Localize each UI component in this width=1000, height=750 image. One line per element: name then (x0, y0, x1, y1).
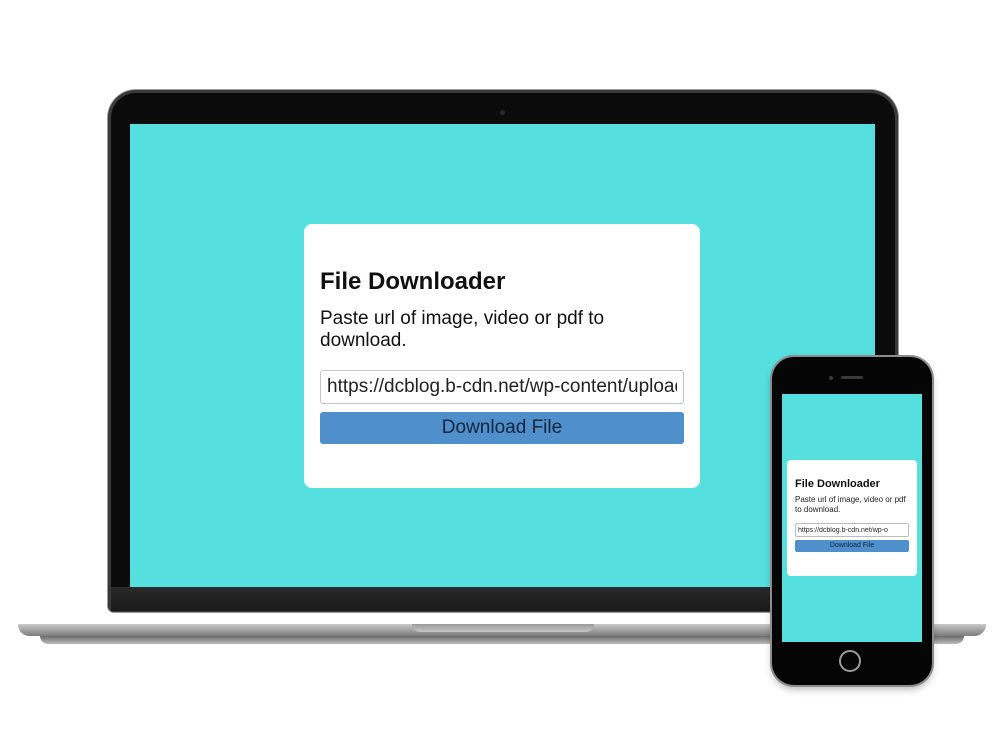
laptop-opening-notch (412, 624, 594, 632)
instructions-text: Paste url of image, video or pdf to down… (320, 308, 605, 351)
url-input[interactable] (320, 370, 684, 404)
phone-camera-icon (829, 376, 833, 380)
mobile-download-file-button[interactable]: Download File (795, 540, 909, 552)
laptop-camera-icon (500, 110, 505, 115)
mobile-url-input[interactable] (795, 523, 909, 537)
downloader-card: File Downloader Paste url of image, vide… (304, 224, 700, 488)
mobile-page-title: File Downloader (795, 478, 880, 490)
download-file-button[interactable]: Download File (320, 412, 684, 444)
phone-speaker (841, 376, 863, 379)
home-button-icon[interactable] (839, 650, 861, 672)
page-title: File Downloader (320, 268, 506, 295)
mobile-downloader-card: File Downloader Paste url of image, vide… (787, 460, 917, 576)
mobile-instructions-text: Paste url of image, video or pdf to down… (795, 495, 906, 514)
